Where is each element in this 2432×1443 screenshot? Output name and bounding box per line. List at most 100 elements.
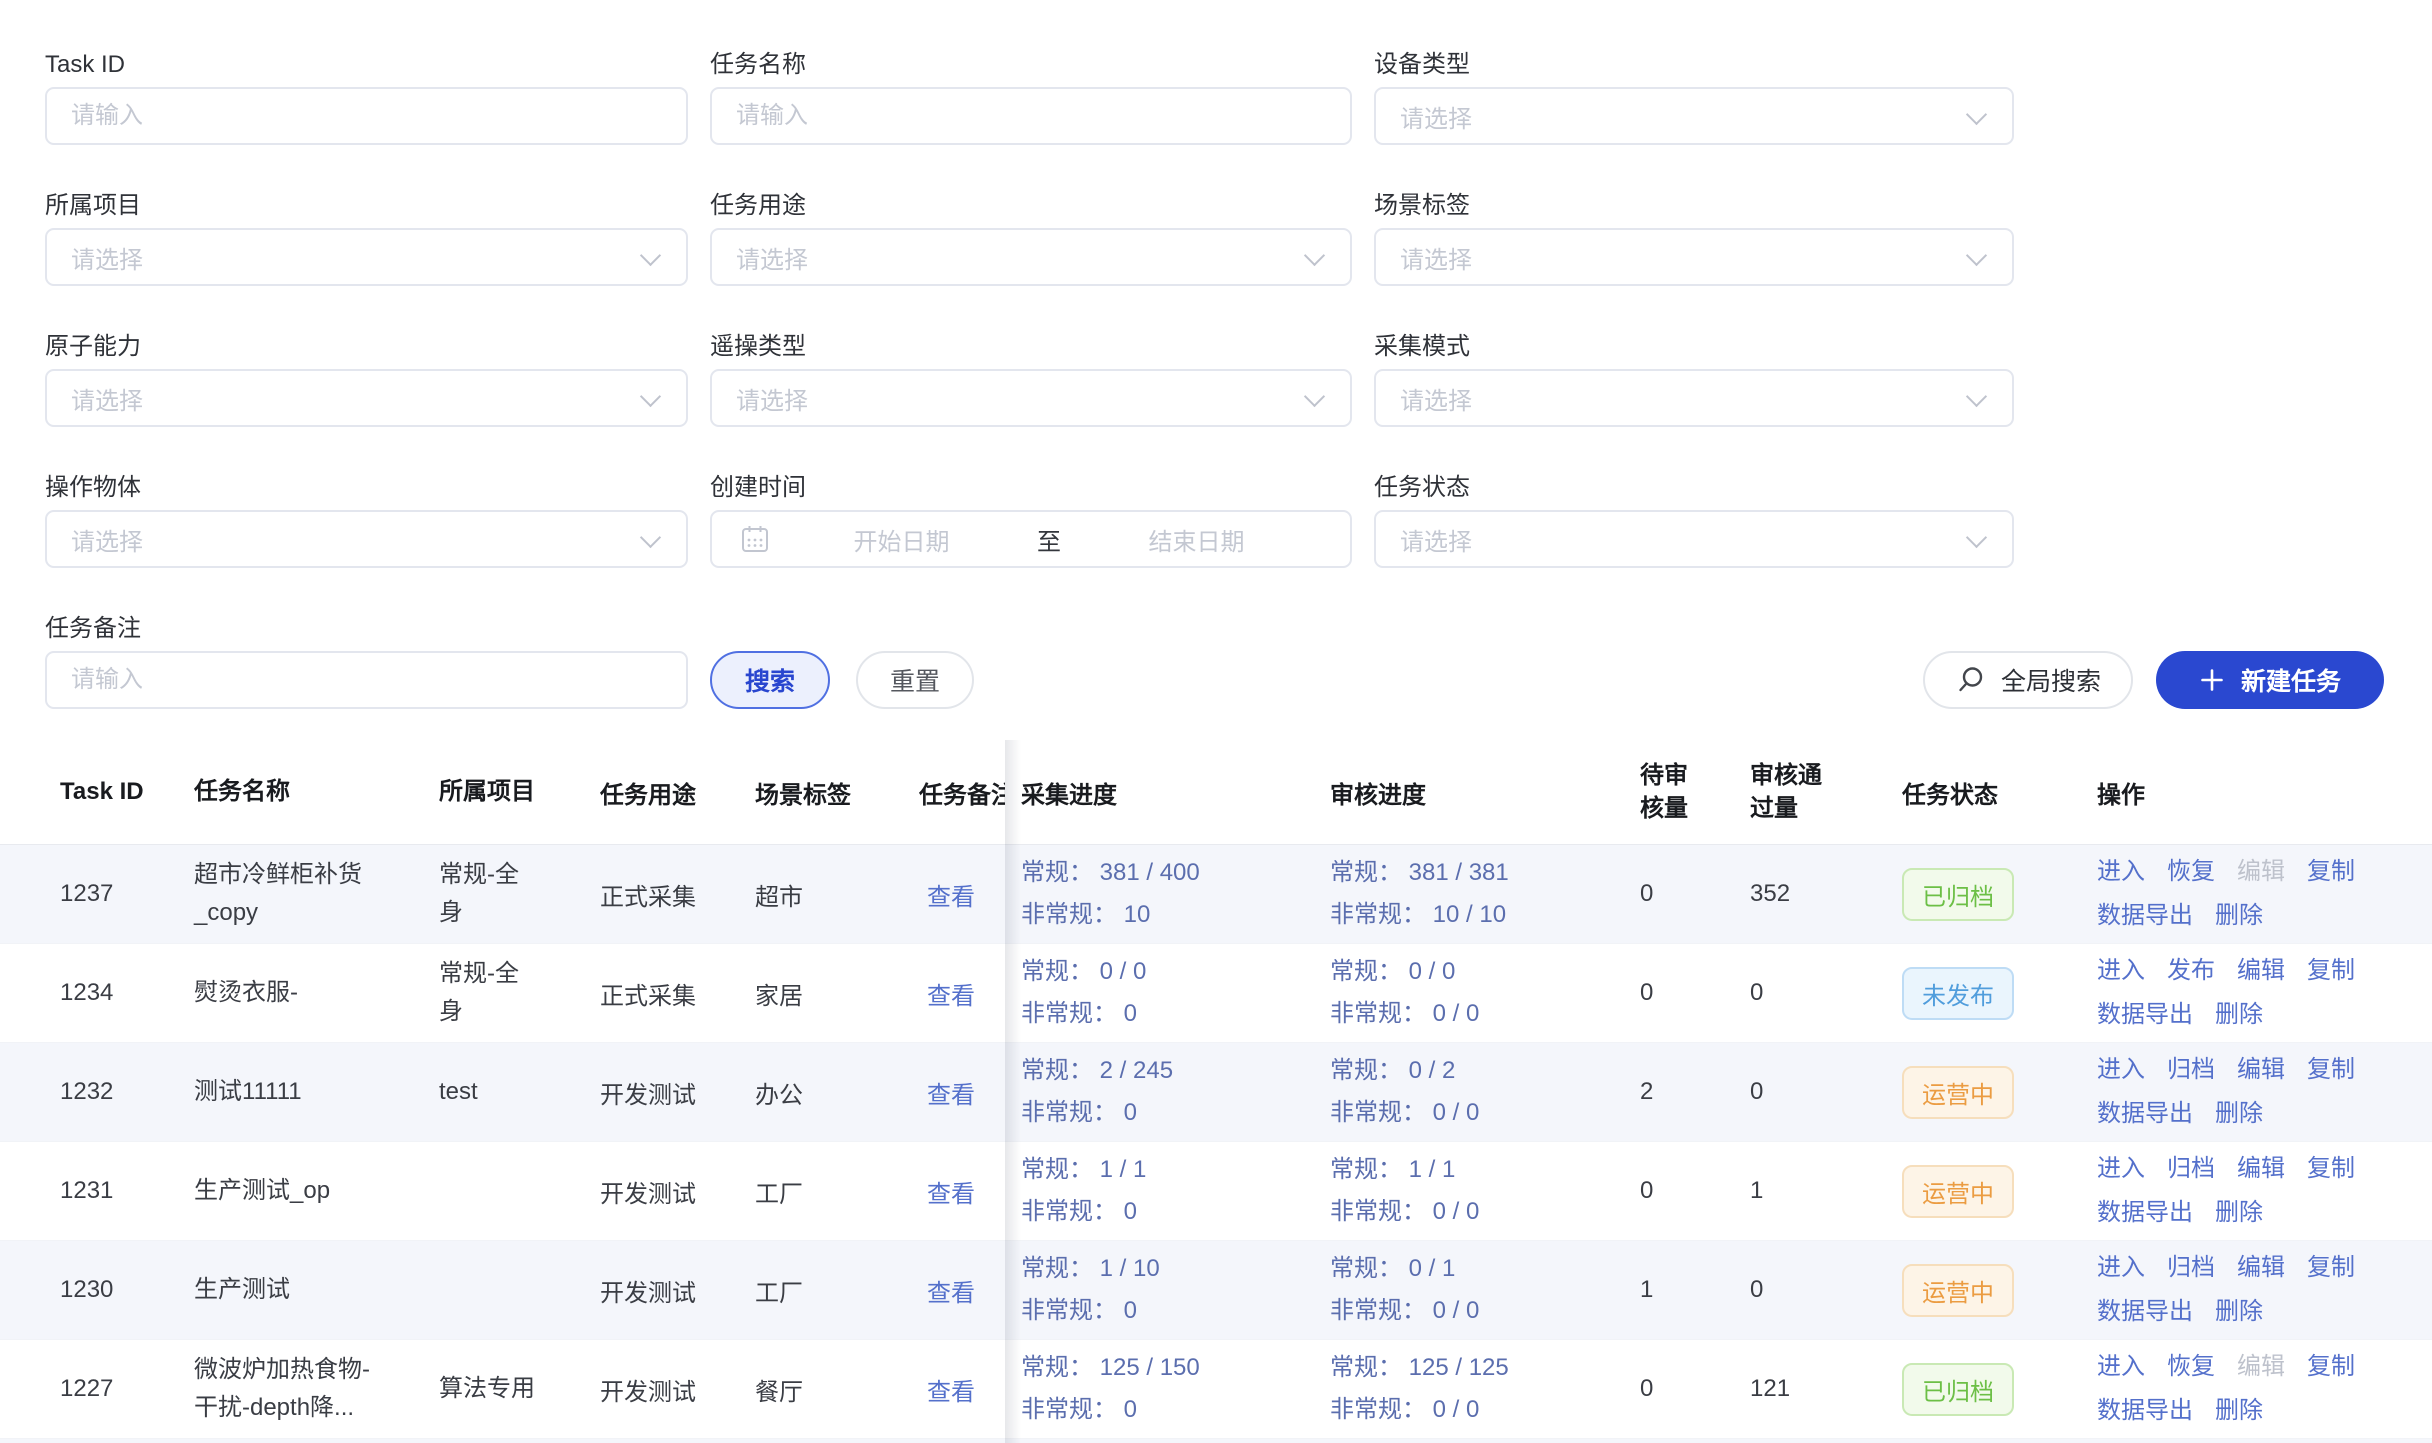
cell-task-name: 熨烫衣服- <box>194 974 439 1012</box>
atomic-ability-select[interactable]: 请选择 <box>45 369 688 427</box>
view-remark-link[interactable]: 查看 <box>927 1379 975 1406</box>
cell-review-passed: 352 <box>1745 880 1900 908</box>
cell-collect-progress: 常规： 1 / 10 非常规： 0 <box>1005 1248 1330 1332</box>
action-delete-link[interactable]: 删除 <box>2215 1290 2263 1334</box>
create-task-label: 新建任务 <box>2241 662 2341 698</box>
cell-task-status: 运营中 <box>1900 1264 2085 1317</box>
start-date-placeholder[interactable]: 开始日期 <box>770 522 1033 557</box>
action-enter-link[interactable]: 进入 <box>2097 1147 2145 1191</box>
action-enter-link[interactable]: 进入 <box>2097 949 2145 993</box>
reset-button[interactable]: 重置 <box>856 651 974 709</box>
action-archive-link[interactable]: 归档 <box>2167 1048 2215 1092</box>
col-collect-progress: 采集进度 <box>1005 775 1330 810</box>
action-edit-link[interactable]: 编辑 <box>2237 1345 2285 1389</box>
action-copy-link[interactable]: 复制 <box>2307 1147 2355 1191</box>
action-delete-link[interactable]: 删除 <box>2215 1389 2263 1433</box>
filter-label-task-name: 任务名称 <box>710 48 1352 82</box>
action-export-link[interactable]: 数据导出 <box>2097 1290 2193 1334</box>
action-export-link[interactable]: 数据导出 <box>2097 1191 2193 1235</box>
action-export-link[interactable]: 数据导出 <box>2097 1092 2193 1136</box>
action-delete-link[interactable]: 删除 <box>2215 894 2263 938</box>
action-recover-link[interactable]: 恢复 <box>2167 1345 2215 1389</box>
review-irregular: 非常规： 0 / 0 <box>1330 1092 1637 1134</box>
review-irregular: 非常规： 0 / 0 <box>1330 1191 1637 1233</box>
action-export-link[interactable]: 数据导出 <box>2097 993 2193 1037</box>
cell-purpose: 正式采集 <box>600 877 755 912</box>
cell-task-remark: 查看 <box>911 877 1005 912</box>
select-placeholder: 请选择 <box>1400 240 1472 275</box>
view-remark-link[interactable]: 查看 <box>927 1280 975 1307</box>
action-copy-link[interactable]: 复制 <box>2307 1048 2355 1092</box>
action-recover-link[interactable]: 恢复 <box>2167 850 2215 894</box>
chevron-down-icon <box>1966 527 1987 548</box>
cell-pending-review: 2 <box>1637 1078 1745 1106</box>
action-enter-link[interactable]: 进入 <box>2097 1345 2145 1389</box>
device-type-select[interactable]: 请选择 <box>1374 87 2014 145</box>
operation-line: 进入 归档 编辑 复制 <box>2097 1246 2432 1290</box>
action-delete-link[interactable]: 删除 <box>2215 1092 2263 1136</box>
cell-pending-review: 0 <box>1637 880 1745 908</box>
action-copy-link[interactable]: 复制 <box>2307 1345 2355 1389</box>
project-select[interactable]: 请选择 <box>45 228 688 286</box>
filter-label-task-status: 任务状态 <box>1374 471 2014 505</box>
action-copy-link[interactable]: 复制 <box>2307 1246 2355 1290</box>
cell-review-progress: 常规： 381 / 381 非常规： 10 / 10 <box>1330 852 1637 936</box>
task-remark-input[interactable] <box>45 651 688 709</box>
teleop-type-select[interactable]: 请选择 <box>710 369 1352 427</box>
view-remark-link[interactable]: 查看 <box>927 884 975 911</box>
action-edit-link[interactable]: 编辑 <box>2237 1246 2285 1290</box>
cell-review-progress: 常规： 125 / 125 非常规： 0 / 0 <box>1330 1347 1637 1431</box>
filter-actions: 搜索 重置 <box>710 612 1352 709</box>
cell-task-remark: 查看 <box>911 1273 1005 1308</box>
task-status-select[interactable]: 请选择 <box>1374 510 2014 568</box>
object-select[interactable]: 请选择 <box>45 510 688 568</box>
select-placeholder: 请选择 <box>71 381 143 416</box>
cell-review-passed: 0 <box>1745 1078 1900 1106</box>
view-remark-link[interactable]: 查看 <box>927 983 975 1010</box>
global-search-button[interactable]: 全局搜索 <box>1923 651 2133 709</box>
action-archive-link[interactable]: 归档 <box>2167 1147 2215 1191</box>
cell-operations: 进入 归档 编辑 复制 数据导出 删除 <box>2085 1246 2432 1334</box>
action-copy-link[interactable]: 复制 <box>2307 949 2355 993</box>
cell-collect-progress: 常规： 125 / 150 非常规： 0 <box>1005 1347 1330 1431</box>
collect-irregular: 非常规： 0 <box>1021 1092 1330 1134</box>
col-operations: 操作 <box>2085 775 2432 810</box>
create-time-range[interactable]: 开始日期 至 结束日期 <box>710 510 1352 568</box>
action-enter-link[interactable]: 进入 <box>2097 850 2145 894</box>
create-task-button[interactable]: 新建任务 <box>2156 651 2384 709</box>
action-edit-link[interactable]: 编辑 <box>2237 949 2285 993</box>
view-remark-link[interactable]: 查看 <box>927 1082 975 1109</box>
action-enter-link[interactable]: 进入 <box>2097 1048 2145 1092</box>
action-edit-link[interactable]: 编辑 <box>2237 1048 2285 1092</box>
action-delete-link[interactable]: 删除 <box>2215 1191 2263 1235</box>
cell-task-name: 生产测试_op <box>194 1172 439 1210</box>
collect-irregular: 非常规： 0 <box>1021 1191 1330 1233</box>
col-project: 所属项目 <box>439 773 600 811</box>
col-scene-tag: 场景标签 <box>755 775 911 810</box>
cell-project: 常规-全身 <box>439 955 600 1031</box>
action-export-link[interactable]: 数据导出 <box>2097 1389 2193 1433</box>
end-date-placeholder[interactable]: 结束日期 <box>1065 522 1328 557</box>
cell-project: test <box>439 1073 600 1111</box>
action-edit-link[interactable]: 编辑 <box>2237 1147 2285 1191</box>
action-edit-link[interactable]: 编辑 <box>2237 850 2285 894</box>
purpose-select[interactable]: 请选择 <box>710 228 1352 286</box>
cell-scene-tag: 工厂 <box>755 1174 911 1209</box>
select-placeholder: 请选择 <box>736 381 808 416</box>
action-delete-link[interactable]: 删除 <box>2215 993 2263 1037</box>
action-export-link[interactable]: 数据导出 <box>2097 894 2193 938</box>
search-button[interactable]: 搜索 <box>710 651 830 709</box>
filter-field-task-remark: 任务备注 <box>45 612 688 709</box>
action-copy-link[interactable]: 复制 <box>2307 850 2355 894</box>
action-archive-link[interactable]: 归档 <box>2167 1246 2215 1290</box>
scene-tag-select[interactable]: 请选择 <box>1374 228 2014 286</box>
collect-mode-select[interactable]: 请选择 <box>1374 369 2014 427</box>
operation-line: 进入 归档 编辑 复制 <box>2097 1048 2432 1092</box>
action-enter-link[interactable]: 进入 <box>2097 1246 2145 1290</box>
task-id-input[interactable] <box>45 87 688 145</box>
toolbar: 全局搜索 新建任务 <box>1923 651 2384 709</box>
view-remark-link[interactable]: 查看 <box>927 1181 975 1208</box>
action-publish-link[interactable]: 发布 <box>2167 949 2215 993</box>
cell-task-status: 运营中 <box>1900 1066 2085 1119</box>
task-name-input[interactable] <box>710 87 1352 145</box>
